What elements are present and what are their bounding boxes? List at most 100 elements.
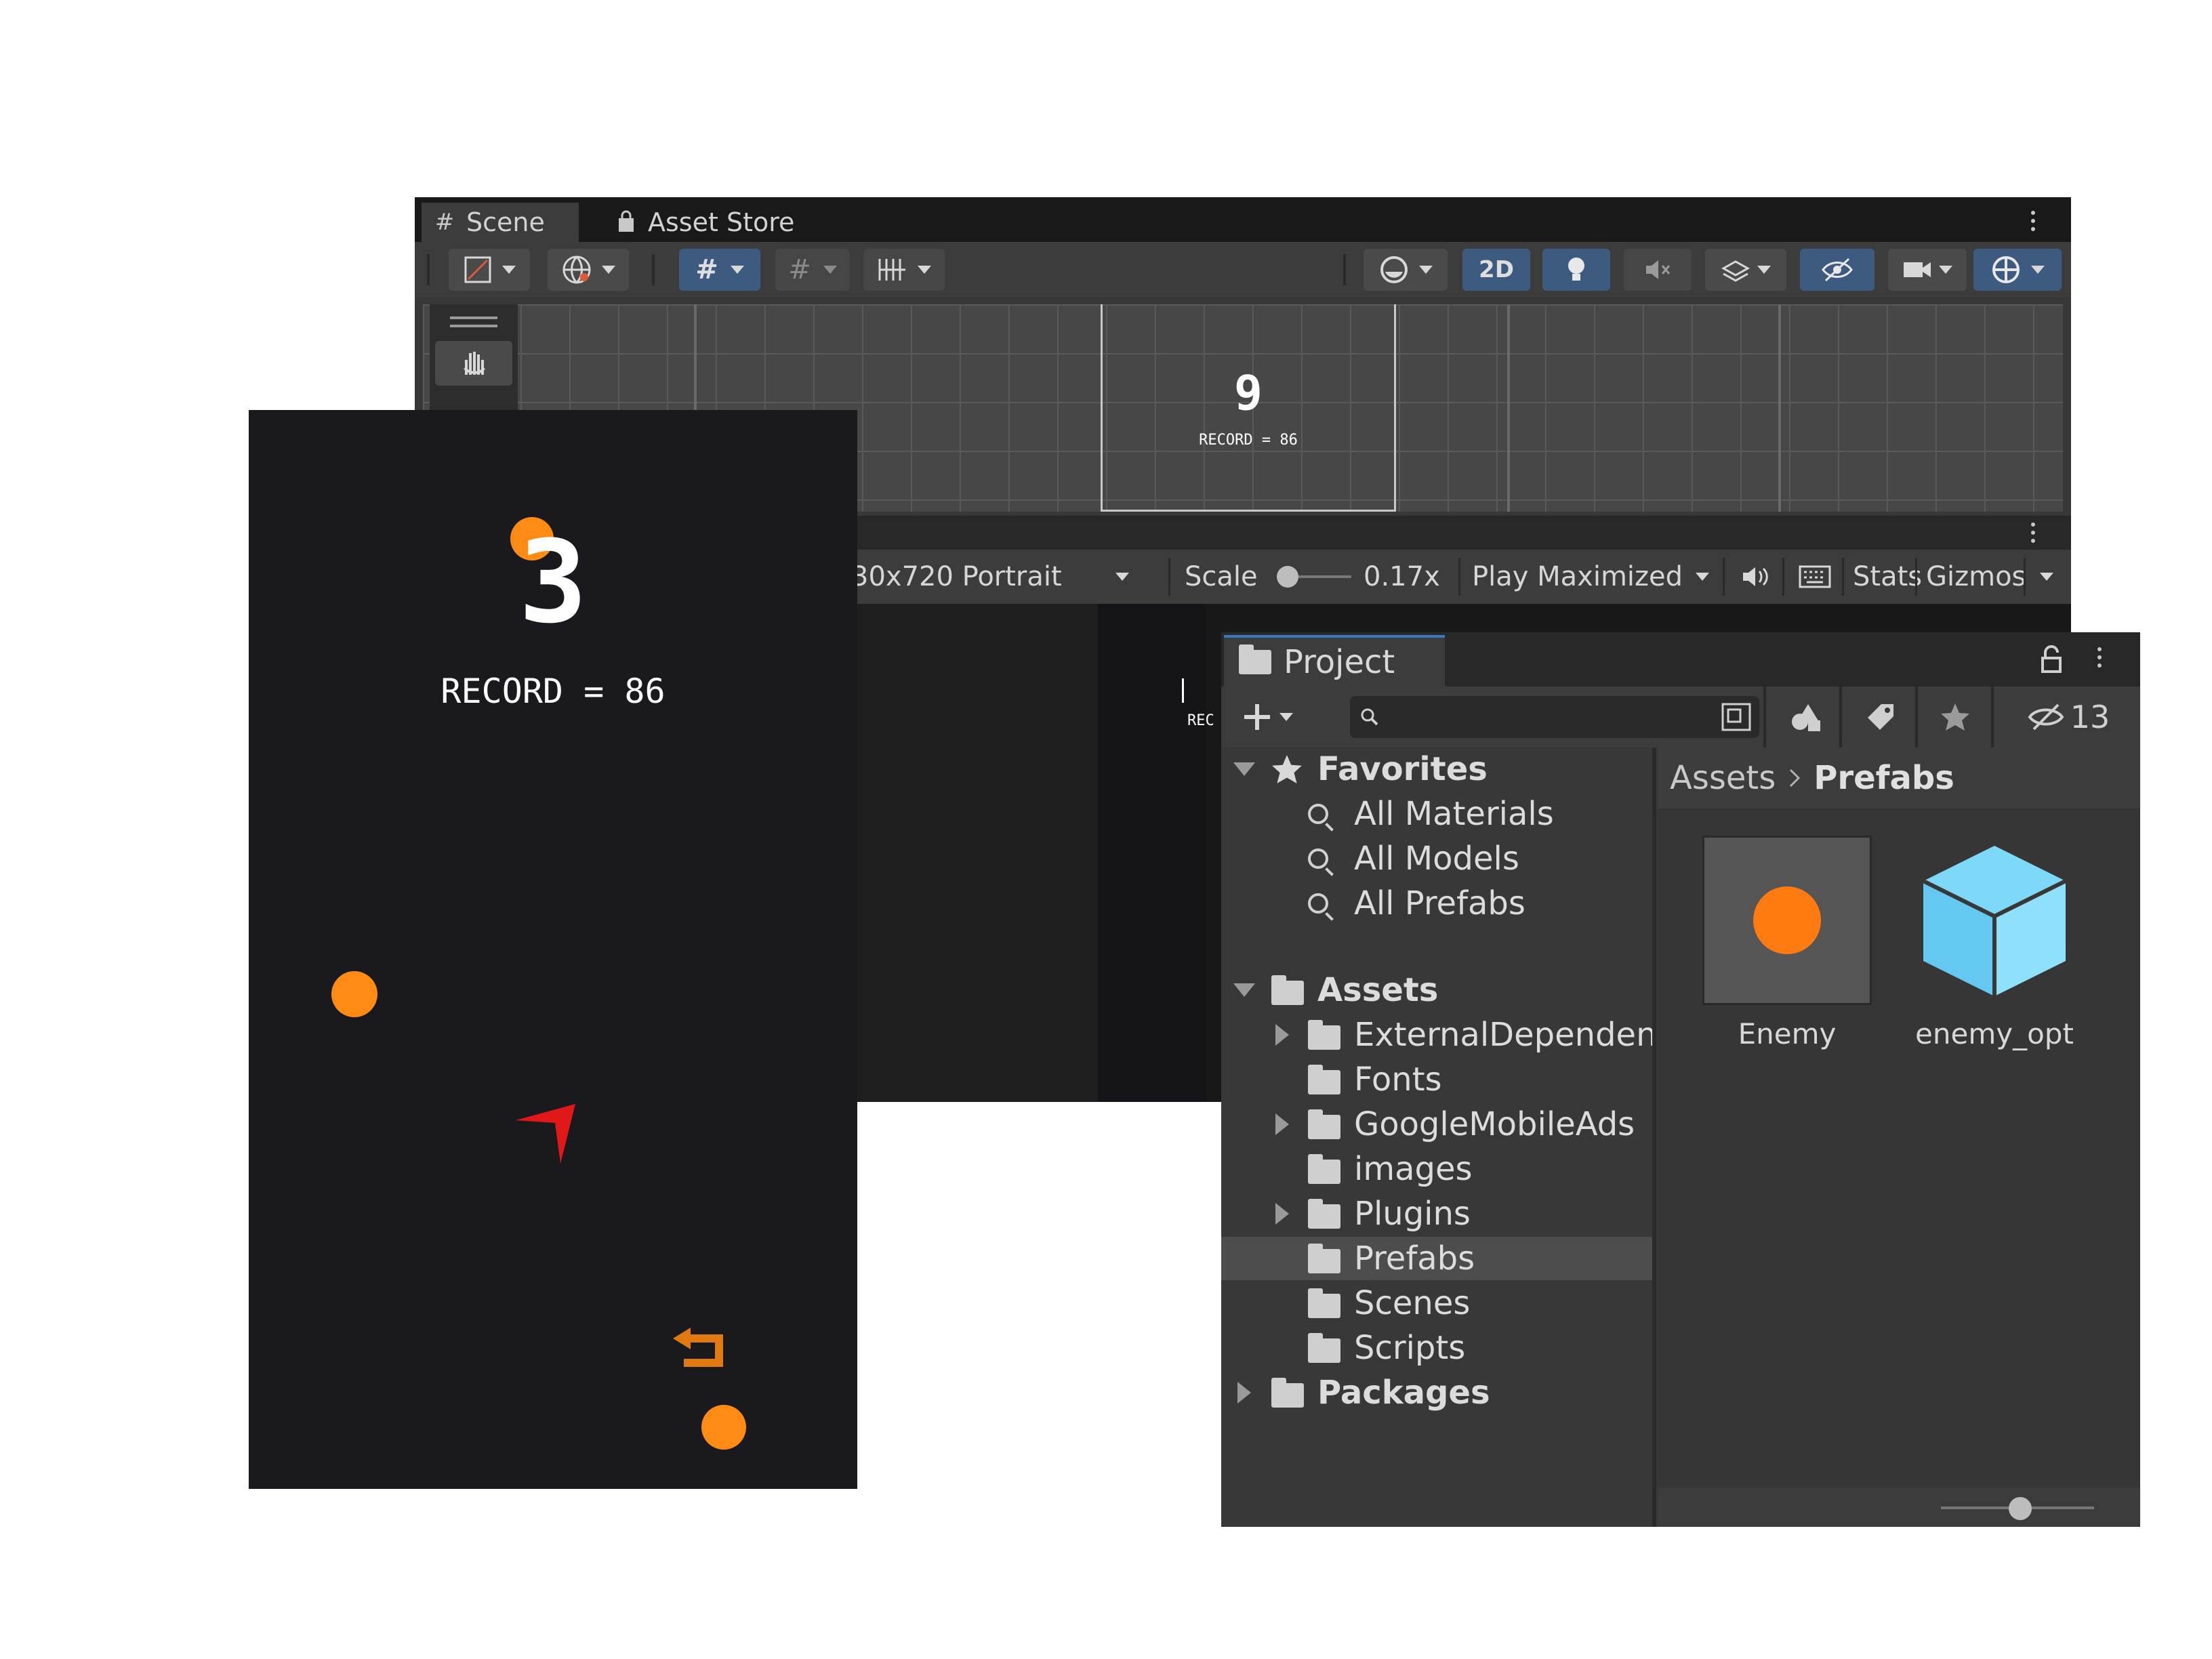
tab-asset-store[interactable]: Asset Store (605, 203, 808, 242)
scene-more-menu-icon[interactable] (2029, 211, 2037, 235)
scene-effects-button[interactable] (1705, 249, 1786, 291)
tree-assets[interactable]: Assets (1221, 968, 1652, 1012)
toolbar-separator (1343, 254, 1346, 285)
icon-size-slider-thumb[interactable] (2009, 1497, 2032, 1520)
tree-item-googlemobileads[interactable]: GoogleMobileAds (1221, 1103, 1652, 1146)
sphere-shaded-icon (1380, 256, 1408, 283)
filter-by-label-button[interactable] (1851, 695, 1910, 739)
tree-item-plugins[interactable]: Plugins (1221, 1192, 1652, 1235)
hand-tool-button[interactable] (435, 341, 512, 386)
speaker-icon (1743, 567, 1768, 586)
expand-arrow-icon[interactable] (1237, 1382, 1251, 1404)
mute-audio-button[interactable] (1735, 550, 1776, 604)
scene-toolbar: # # 2D (415, 242, 2071, 298)
tree-packages[interactable]: Packages (1221, 1371, 1652, 1414)
search-by-type-icon[interactable] (1720, 701, 1753, 733)
enemy-ball (701, 1405, 746, 1450)
grid-snapping-button[interactable]: # (679, 249, 760, 291)
tree-favorites[interactable]: Favorites (1221, 747, 1652, 791)
scene-camera-button[interactable] (1888, 249, 1967, 291)
shading-mode-button[interactable] (548, 249, 629, 291)
expand-arrow-icon[interactable] (1233, 983, 1255, 997)
keyboard-shortcuts-button[interactable] (1795, 550, 1835, 604)
project-folder-tree: Favorites All Materials All Models All P… (1221, 747, 1652, 1527)
tree-item-label: GoogleMobileAds (1354, 1105, 1635, 1143)
game-viewport-screen (1098, 604, 1206, 1102)
gizmos-toggle-button[interactable] (1973, 249, 2062, 291)
tree-item-all-models[interactable]: All Models (1221, 837, 1652, 880)
lock-icon[interactable] (2040, 644, 2063, 677)
project-footer (1656, 1488, 2140, 1527)
tree-assets-label: Assets (1317, 971, 1439, 1009)
save-search-button[interactable] (1926, 695, 1984, 739)
project-more-menu-icon[interactable] (2095, 647, 2104, 672)
tree-item-images[interactable]: images (1221, 1147, 1652, 1191)
restart-button[interactable] (670, 1325, 729, 1372)
tree-item-all-materials[interactable]: All Materials (1221, 792, 1652, 836)
game-screen[interactable]: 3 RECORD = 86 (249, 410, 857, 1489)
folder-icon (1308, 1199, 1340, 1229)
filter-by-type-button[interactable] (1777, 695, 1835, 739)
asset-thumbnail (1702, 836, 1872, 1005)
scale-slider[interactable] (1277, 550, 1351, 604)
gizmos-button[interactable]: Gizmos (1926, 550, 2026, 604)
expand-arrow-icon[interactable] (1275, 1203, 1289, 1225)
tab-project[interactable]: Project (1224, 635, 1445, 687)
eye-hidden-icon (1822, 258, 1853, 282)
game-more-menu-icon[interactable] (2029, 523, 2037, 547)
scale-slider-thumb[interactable] (1277, 566, 1298, 588)
draw-mode-button[interactable] (449, 249, 530, 291)
project-window: Project 13 Favorites All Materials All M… (1221, 632, 2140, 1527)
play-mode-dropdown[interactable]: Play Maximized (1472, 550, 1716, 604)
asset-enemy-opt[interactable]: enemy_opt (1910, 836, 2079, 1050)
tree-item-scenes[interactable]: Scenes (1221, 1282, 1652, 1325)
score-text-fragment (1182, 678, 1184, 703)
orange-ball-prefab-icon (1753, 886, 1821, 954)
breadcrumb-assets[interactable]: Assets (1670, 759, 1776, 797)
hidden-packages-button[interactable]: 13 (2001, 695, 2136, 739)
scene-tab-bar: # Scene Asset Store (415, 197, 2071, 242)
project-toolbar: 13 (1221, 687, 2140, 747)
tree-item-all-prefabs[interactable]: All Prefabs (1221, 882, 1652, 925)
search-input[interactable] (1350, 696, 1759, 738)
render-mode-button[interactable] (1364, 249, 1448, 291)
scene-lighting-button[interactable] (1542, 249, 1610, 291)
toolbar-separator (1168, 558, 1170, 596)
scene-visibility-button[interactable] (1800, 249, 1875, 291)
breadcrumb: Assets Prefabs (1656, 747, 2140, 808)
scale-value: 0.17x (1364, 561, 1440, 592)
shopping-bag-icon (613, 209, 640, 236)
create-asset-button[interactable] (1233, 695, 1301, 739)
grid-major-line (1507, 304, 1510, 512)
asset-enemy[interactable]: Enemy (1702, 836, 1872, 1050)
toggle-2d-button[interactable]: 2D (1462, 249, 1530, 291)
resolution-dropdown[interactable]: 30x720 Portrait (851, 550, 1136, 604)
hand-icon (464, 352, 485, 375)
grid-visibility-button[interactable] (863, 249, 945, 291)
chevron-down-icon (602, 266, 615, 274)
tree-item-externaldependencies[interactable]: ExternalDependenc (1221, 1013, 1652, 1057)
tree-item-prefabs[interactable]: Prefabs (1221, 1237, 1652, 1280)
tree-item-label: All Prefabs (1354, 884, 1525, 922)
scene-audio-button[interactable] (1624, 249, 1692, 291)
toolbar-separator (1839, 687, 1842, 747)
folder-icon (1308, 1065, 1340, 1094)
chevron-down-icon (918, 266, 931, 274)
resolution-label: 30x720 Portrait (851, 561, 1062, 592)
stats-button[interactable]: Stats (1853, 550, 1922, 604)
tree-item-scripts[interactable]: Scripts (1221, 1326, 1652, 1370)
draw-mode-icon (464, 256, 491, 283)
gizmo-globe-icon (1992, 256, 2020, 283)
layers-effects-icon (1721, 260, 1750, 282)
tree-item-fonts[interactable]: Fonts (1221, 1058, 1652, 1101)
increment-snap-button[interactable]: # (775, 249, 850, 291)
expand-arrow-icon[interactable] (1233, 762, 1255, 776)
breadcrumb-prefabs[interactable]: Prefabs (1814, 759, 1954, 797)
tab-scene[interactable]: # Scene (422, 203, 579, 242)
expand-arrow-icon[interactable] (1275, 1024, 1289, 1046)
expand-arrow-icon[interactable] (1275, 1113, 1289, 1135)
project-tab-bar: Project (1221, 632, 2140, 687)
asset-thumbnail (1910, 836, 2079, 1005)
search-icon (1308, 804, 1328, 824)
gizmos-dropdown-button[interactable] (2033, 550, 2060, 604)
